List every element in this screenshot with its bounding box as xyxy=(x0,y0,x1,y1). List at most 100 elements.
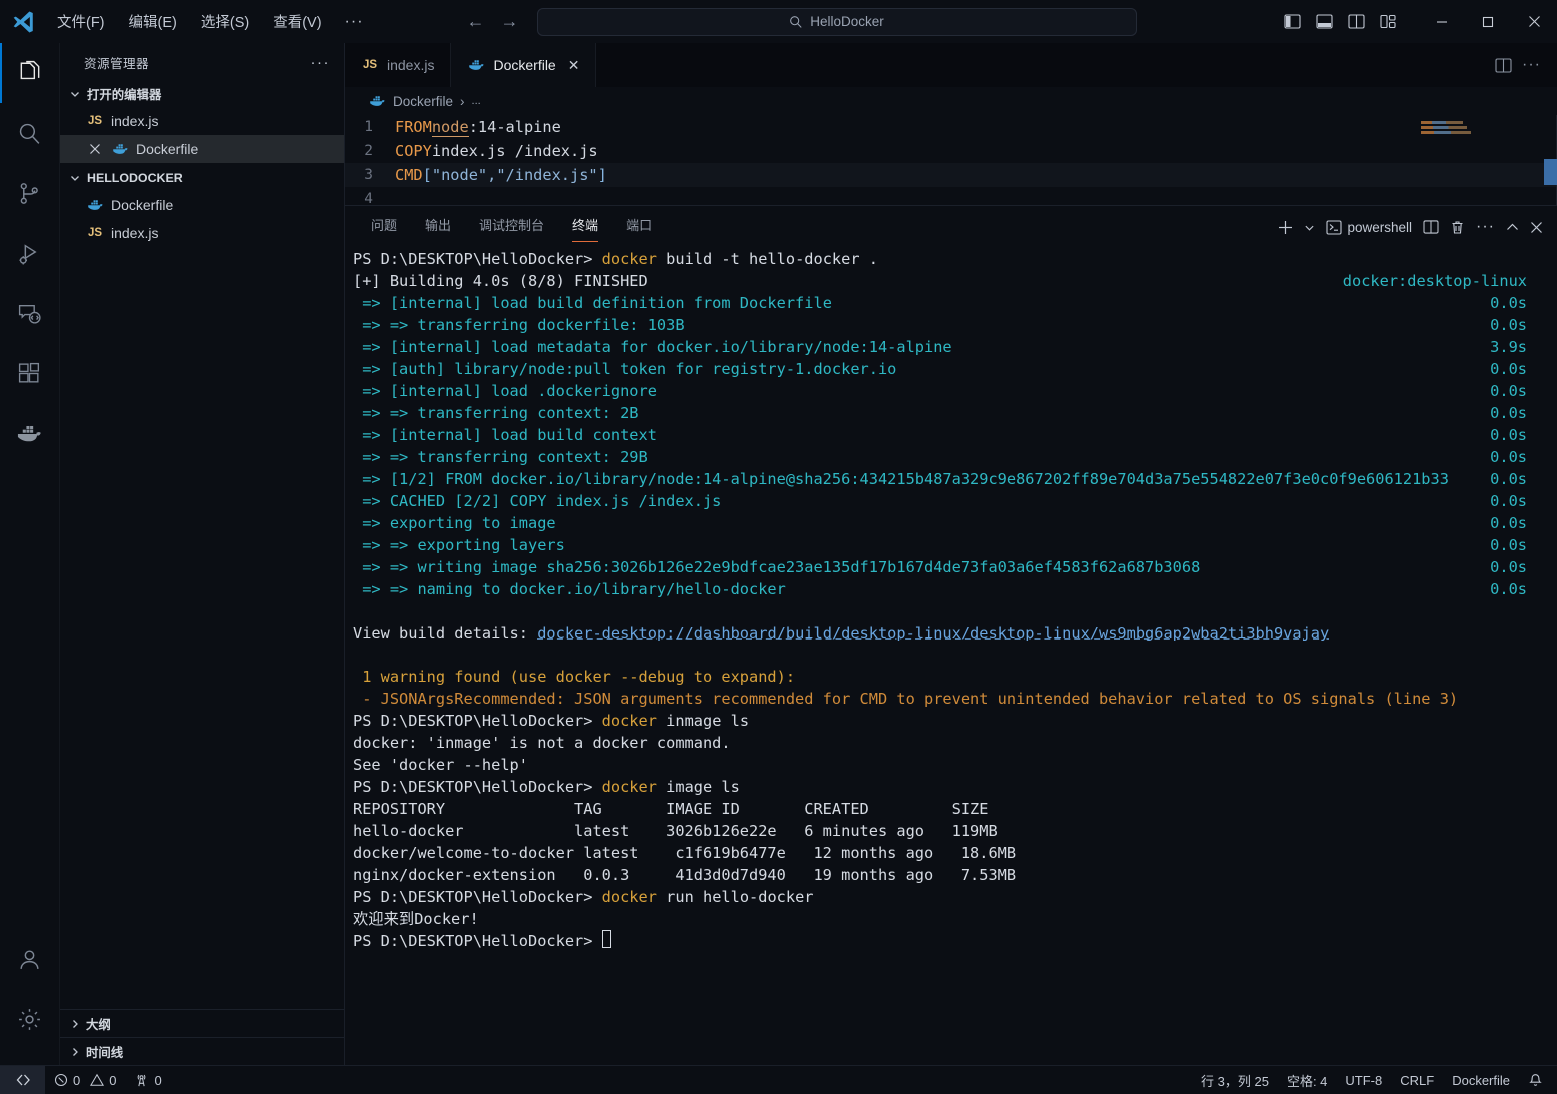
panel-tab-problems[interactable]: 问题 xyxy=(357,215,411,242)
open-editors-section-header[interactable]: 打开的编辑器 xyxy=(60,81,344,107)
outline-label: 大纲 xyxy=(86,1015,111,1033)
breadcrumb: Dockerfile › ... xyxy=(345,87,1557,115)
code-editor[interactable]: 1 FROM node :14-alpine 2 COPY index.js /… xyxy=(345,115,1557,205)
minimap[interactable] xyxy=(1421,121,1541,181)
terminal-text: docker: 'inmage' is not a docker command… xyxy=(353,732,731,754)
panel-more-actions-icon[interactable]: ··· xyxy=(1476,218,1495,236)
window-controls-group xyxy=(1279,0,1557,43)
new-terminal-button[interactable] xyxy=(1278,220,1293,235)
cursor-position-status[interactable]: 行 3，列 25 xyxy=(1192,1066,1278,1094)
menu-view[interactable]: 查看(V) xyxy=(261,7,333,36)
terminal-text: [internal] load build definition from Do… xyxy=(390,292,832,314)
close-button[interactable] xyxy=(1511,0,1557,43)
terminal-line: 欢迎来到Docker! xyxy=(353,908,1557,930)
terminal-dropdown-icon[interactable] xyxy=(1304,222,1315,233)
timeline-section-header[interactable]: 时间线 xyxy=(60,1037,344,1065)
timeline-label: 时间线 xyxy=(86,1043,123,1061)
terminal-text: hello-docker latest 3026b126e22e 6 minut… xyxy=(353,820,998,842)
open-editor-index-js[interactable]: JS index.js xyxy=(60,107,344,135)
tab-index-js[interactable]: JS index.js xyxy=(345,43,451,87)
toggle-primary-sidebar-icon[interactable] xyxy=(1279,9,1305,35)
terminal-line: => => exporting layers xyxy=(353,534,1557,556)
panel-tab-debug-console[interactable]: 调试控制台 xyxy=(465,215,558,242)
line-number: 4 xyxy=(345,191,395,205)
remote-window-button[interactable] xyxy=(0,1066,45,1094)
activitybar-item-search[interactable] xyxy=(0,103,60,163)
terminal-line: => => transferring dockerfile: 103B xyxy=(353,314,1557,336)
terminal-line: => exporting to image xyxy=(353,512,1557,534)
terminal-link[interactable]: docker-desktop://dashboard/build/desktop… xyxy=(537,622,1329,644)
activity-bar xyxy=(0,43,60,1065)
language-mode-status[interactable]: Dockerfile xyxy=(1443,1066,1519,1094)
activitybar-item-run-debug[interactable] xyxy=(0,223,60,283)
terminal-timing: 0.0s xyxy=(1490,468,1527,490)
menu-edit[interactable]: 编辑(E) xyxy=(117,7,189,36)
outline-section-header[interactable]: 大纲 xyxy=(60,1009,344,1037)
activitybar-item-source-control[interactable] xyxy=(0,163,60,223)
encoding-status[interactable]: UTF-8 xyxy=(1336,1066,1391,1094)
maximize-button[interactable] xyxy=(1465,0,1511,43)
kill-terminal-icon[interactable] xyxy=(1450,220,1465,235)
panel-header: 问题 输出 调试控制台 终端 端口 xyxy=(345,206,1557,242)
terminal-line: => [internal] load build definition from… xyxy=(353,292,1557,314)
menu-file[interactable]: 文件(F) xyxy=(45,7,117,36)
split-editor-icon[interactable] xyxy=(1495,58,1512,73)
menu-selection[interactable]: 选择(S) xyxy=(189,7,261,36)
toggle-secondary-sidebar-icon[interactable] xyxy=(1343,9,1369,35)
split-terminal-icon[interactable] xyxy=(1423,220,1439,234)
menu-bar: 文件(F) 编辑(E) 选择(S) 查看(V) ··· xyxy=(45,7,375,36)
ports-status[interactable]: 0 xyxy=(125,1066,170,1094)
editor-more-actions-icon[interactable]: ··· xyxy=(1522,56,1541,74)
maximize-panel-icon[interactable] xyxy=(1506,222,1519,233)
command-search-box[interactable]: HelloDocker xyxy=(537,8,1137,36)
activitybar-item-settings[interactable] xyxy=(0,989,60,1049)
breadcrumb-item-symbol[interactable]: ... xyxy=(472,95,481,107)
eol-status[interactable]: CRLF xyxy=(1391,1066,1443,1094)
menu-more-icon[interactable]: ··· xyxy=(334,11,375,33)
terminal-line: PS D:\DESKTOP\HelloDocker> docker image … xyxy=(353,776,1557,798)
terminal-text: See 'docker --help' xyxy=(353,754,528,776)
indentation-status[interactable]: 空格: 4 xyxy=(1278,1066,1336,1094)
terminal-output[interactable]: PS D:\DESKTOP\HelloDocker> docker build … xyxy=(345,242,1557,1065)
notifications-bell-button[interactable] xyxy=(1519,1066,1557,1094)
terminal-line xyxy=(353,600,1557,622)
file-tree-item-dockerfile[interactable]: Dockerfile xyxy=(60,191,344,219)
activitybar-item-extensions[interactable] xyxy=(0,343,60,403)
terminal-timing: 3.9s xyxy=(1490,336,1527,358)
activitybar-item-docker[interactable] xyxy=(0,403,60,463)
panel-tab-ports[interactable]: 端口 xyxy=(612,215,666,242)
open-editor-dockerfile[interactable]: Dockerfile xyxy=(60,135,344,163)
active-terminal-item[interactable]: powershell xyxy=(1326,220,1412,235)
activitybar-item-remote-explorer[interactable] xyxy=(0,283,60,343)
go-back-icon[interactable]: ← xyxy=(463,9,489,35)
terminal-line: hello-docker latest 3026b126e22e 6 minut… xyxy=(353,820,1557,842)
folder-section-header[interactable]: HELLODOCKER xyxy=(60,165,344,191)
activitybar-item-accounts[interactable] xyxy=(0,929,60,989)
chevron-right-icon xyxy=(67,1046,83,1058)
customize-layout-icon[interactable] xyxy=(1375,9,1401,35)
terminal-line: REPOSITORY TAG IMAGE ID CREATED SIZE xyxy=(353,798,1557,820)
panel-tab-terminal[interactable]: 终端 xyxy=(558,215,612,242)
terminal-line: => => transferring context: 2B xyxy=(353,402,1557,424)
panel-tab-output[interactable]: 输出 xyxy=(411,215,465,242)
breadcrumb-item-file[interactable]: Dockerfile xyxy=(393,94,453,109)
activitybar-item-explorer[interactable] xyxy=(0,43,60,103)
open-editor-label: Dockerfile xyxy=(136,141,198,157)
sidebar-more-actions-icon[interactable]: ··· xyxy=(311,54,331,71)
close-panel-icon[interactable] xyxy=(1530,221,1543,234)
toggle-panel-icon[interactable] xyxy=(1311,9,1337,35)
terminal-text: PS D:\DESKTOP\HelloDocker> xyxy=(353,248,602,270)
file-tree-item-index-js[interactable]: JS index.js xyxy=(60,219,344,247)
terminal-line: docker: 'inmage' is not a docker command… xyxy=(353,732,1557,754)
editor-scrollbar[interactable] xyxy=(1544,159,1557,185)
tab-dockerfile[interactable]: Dockerfile ✕ xyxy=(451,43,596,87)
minimize-button[interactable] xyxy=(1419,0,1465,43)
terminal-text: docker xyxy=(602,886,657,908)
terminal-text: PS D:\DESKTOP\HelloDocker> xyxy=(353,710,602,732)
terminal-line: 1 warning found (use docker --debug to e… xyxy=(353,666,1557,688)
go-forward-icon[interactable]: → xyxy=(497,9,523,35)
code-token: node xyxy=(432,118,469,137)
problems-status[interactable]: 0 0 xyxy=(45,1066,125,1094)
tab-close-icon[interactable]: ✕ xyxy=(568,57,580,74)
close-icon[interactable] xyxy=(86,143,104,155)
